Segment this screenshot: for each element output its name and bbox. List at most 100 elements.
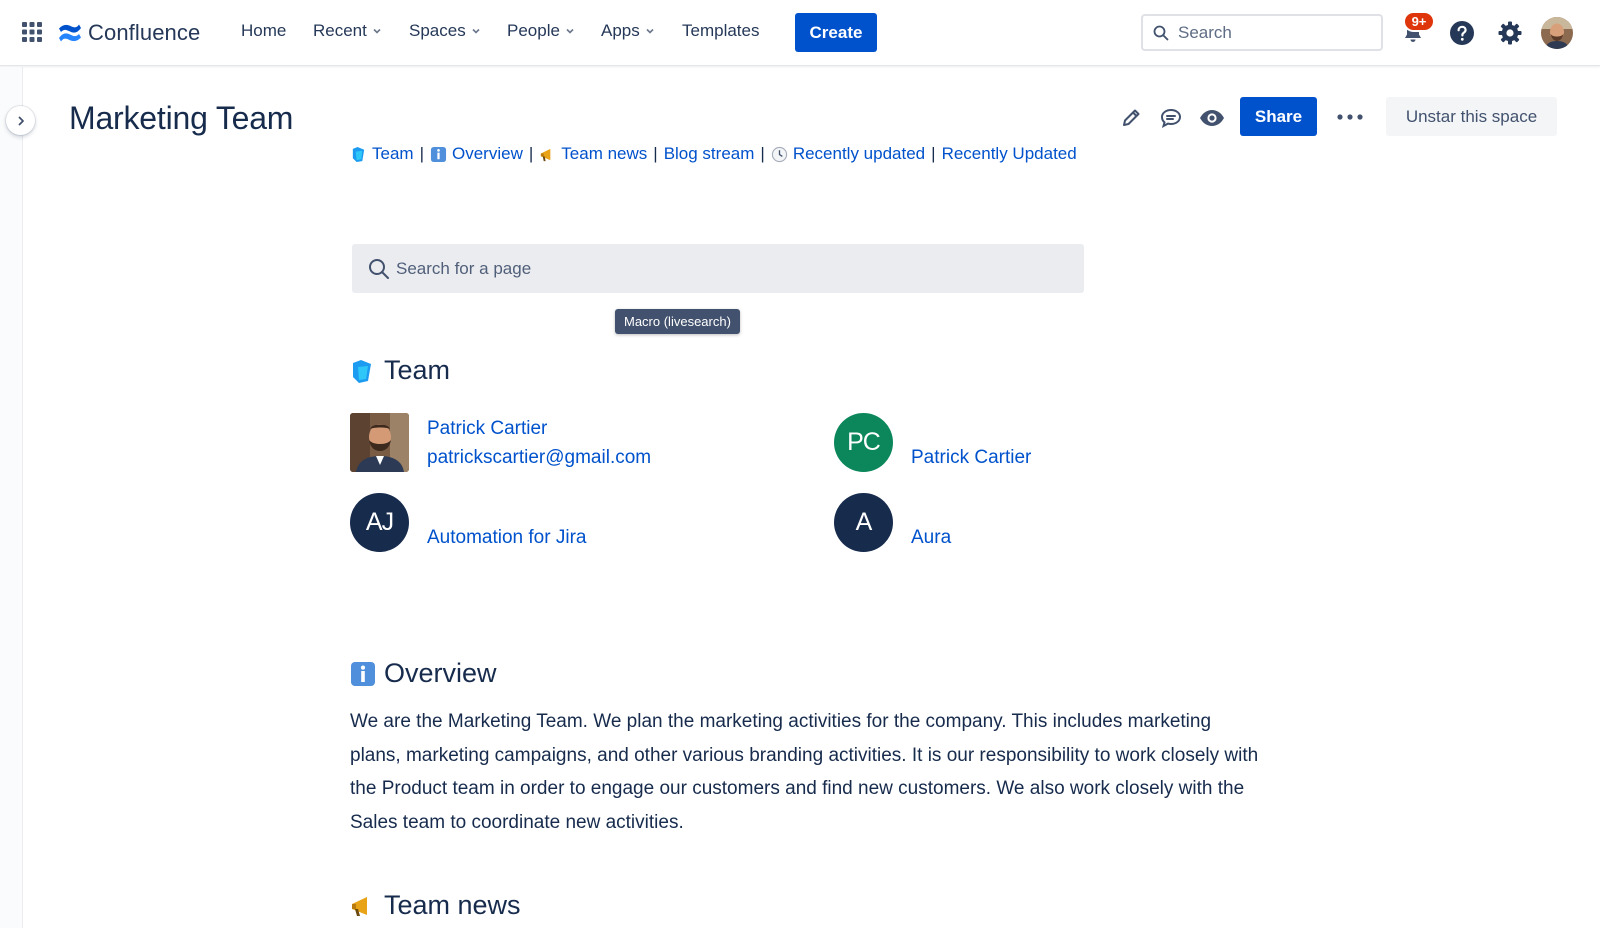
separator: | xyxy=(931,144,936,163)
member-name-link[interactable]: Patrick Cartier xyxy=(427,414,651,443)
help-button[interactable] xyxy=(1447,18,1477,48)
member-info: Patrick Cartier xyxy=(911,413,1031,472)
search-icon xyxy=(1153,25,1169,40)
gear-icon xyxy=(1498,21,1522,45)
link-recently-updated[interactable]: Recently updated xyxy=(771,144,925,164)
team-emoji-icon xyxy=(352,146,365,162)
megaphone-emoji-icon xyxy=(352,896,367,916)
info-emoji-icon xyxy=(430,146,447,162)
chevron-right-icon xyxy=(18,116,24,125)
team-news-heading: Team news xyxy=(350,890,521,921)
link-team-news[interactable]: Team news xyxy=(539,144,647,164)
space-links-bar: Team | Overview | Team news | Blog strea… xyxy=(350,144,1077,164)
share-button[interactable]: Share xyxy=(1240,97,1317,136)
nav-apps-label: Apps xyxy=(601,21,640,40)
nav-templates[interactable]: Templates xyxy=(682,21,759,41)
team-heading-label: Team xyxy=(384,355,451,385)
user-avatar[interactable] xyxy=(1541,17,1573,49)
pencil-icon xyxy=(1123,109,1140,126)
team-emoji-icon xyxy=(353,359,371,383)
create-button[interactable]: Create xyxy=(795,13,877,52)
overview-heading-label: Overview xyxy=(384,658,497,688)
separator: | xyxy=(419,144,424,163)
user-photo-icon xyxy=(1541,17,1573,49)
comment-icon xyxy=(1160,108,1182,128)
team-heading: Team xyxy=(350,355,450,386)
member-photo-avatar xyxy=(350,413,409,472)
chevron-down-icon xyxy=(646,28,654,34)
eye-icon xyxy=(1200,110,1224,126)
separator: | xyxy=(528,144,534,163)
link-recently-updated-2[interactable]: Recently Updated xyxy=(942,144,1077,164)
confluence-logo-icon xyxy=(59,24,81,42)
overview-paragraph: We are the Marketing Team. We plan the m… xyxy=(350,711,1259,833)
team-member-card[interactable]: Patrick Cartier patrickscartier@gmail.co… xyxy=(350,413,651,472)
nav-home-label: Home xyxy=(241,21,287,40)
link-recently-updated-2-label: Recently Updated xyxy=(941,144,1077,163)
member-info: Patrick Cartier patrickscartier@gmail.co… xyxy=(427,413,651,472)
link-team[interactable]: Team xyxy=(350,144,414,164)
chevron-down-icon xyxy=(566,28,574,34)
nav-apps[interactable]: Apps xyxy=(601,21,655,41)
global-search-input[interactable] xyxy=(1178,22,1358,43)
confluence-logo-text: Confluence xyxy=(88,20,201,45)
macro-tooltip: Macro (livesearch) xyxy=(615,309,740,334)
team-member-card[interactable]: A Aura xyxy=(834,493,951,552)
clock-emoji-icon xyxy=(771,146,787,162)
team-news-heading-label: Team news xyxy=(384,890,521,920)
info-emoji-icon xyxy=(351,661,375,686)
notification-badge: 9+ xyxy=(1403,11,1435,32)
watch-button[interactable] xyxy=(1198,104,1226,132)
member-info: Automation for Jira xyxy=(427,493,586,552)
member-info: Aura xyxy=(911,493,951,552)
more-actions-button[interactable] xyxy=(1334,104,1366,130)
page-livesearch[interactable] xyxy=(352,244,1084,293)
nav-people-label: People xyxy=(507,21,560,40)
separator: | xyxy=(653,144,658,163)
unstar-space-button[interactable]: Unstar this space xyxy=(1386,97,1557,136)
link-team-news-label: Team news xyxy=(561,144,648,163)
member-initials-avatar: A xyxy=(834,493,893,552)
link-overview[interactable]: Overview xyxy=(430,144,523,164)
app-switcher-icon[interactable] xyxy=(22,22,42,42)
megaphone-emoji-icon xyxy=(541,148,551,161)
search-icon xyxy=(369,258,389,279)
page-title: Marketing Team xyxy=(69,100,294,136)
page-search-input[interactable] xyxy=(396,258,1046,279)
link-overview-label: Overview xyxy=(452,144,523,163)
confluence-logo[interactable]: Confluence xyxy=(58,18,200,48)
nav-recent-label: Recent xyxy=(313,21,367,40)
nav-spaces[interactable]: Spaces xyxy=(409,21,481,41)
member-email-link[interactable]: patrickscartier@gmail.com xyxy=(427,443,651,472)
link-recently-updated-label: Recently updated xyxy=(792,144,926,163)
member-name-link[interactable]: Patrick Cartier xyxy=(911,443,1031,472)
link-blog-stream-label: Blog stream xyxy=(663,144,755,163)
team-member-card[interactable]: PC Patrick Cartier xyxy=(834,413,1031,472)
expand-sidebar-button[interactable] xyxy=(6,106,35,135)
nav-templates-label: Templates xyxy=(682,21,760,40)
chevron-down-icon xyxy=(472,28,480,34)
nav-recent[interactable]: Recent xyxy=(313,21,382,41)
separator: | xyxy=(760,144,765,163)
link-team-label: Team xyxy=(372,144,414,163)
person-photo-icon xyxy=(350,413,409,472)
chevron-down-icon xyxy=(373,28,381,34)
edit-button[interactable] xyxy=(1117,104,1145,132)
member-name-link[interactable]: Automation for Jira xyxy=(427,523,586,552)
settings-button[interactable] xyxy=(1495,18,1525,48)
link-blog-stream[interactable]: Blog stream xyxy=(664,144,755,164)
member-initials-avatar: PC xyxy=(834,413,893,472)
overview-heading: Overview xyxy=(350,658,497,689)
member-name-link[interactable]: Aura xyxy=(911,523,951,552)
help-icon xyxy=(1450,21,1474,45)
global-search[interactable] xyxy=(1141,14,1383,51)
top-navigation: Confluence Home Recent Spaces People App… xyxy=(0,0,1600,66)
team-member-card[interactable]: AJ Automation for Jira xyxy=(350,493,586,552)
comments-button[interactable] xyxy=(1157,104,1185,132)
member-initials-avatar: AJ xyxy=(350,493,409,552)
collapsed-sidebar xyxy=(0,67,23,928)
nav-spaces-label: Spaces xyxy=(409,21,466,40)
nav-people[interactable]: People xyxy=(507,21,575,41)
nav-home[interactable]: Home xyxy=(241,21,286,41)
more-icon xyxy=(1337,114,1363,120)
